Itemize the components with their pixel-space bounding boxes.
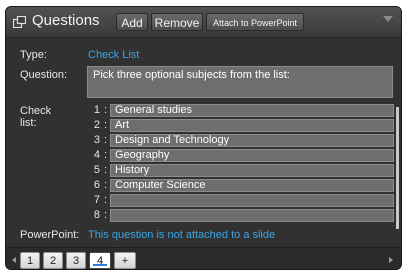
checklist-scrollbar[interactable] [396,107,399,229]
checklist-row: 3 : Design and Technology [88,134,396,147]
checklist-label-line2: list: [20,117,37,129]
checklist-item-field[interactable] [110,194,394,207]
question-input[interactable]: Pick three optional subjects from the li… [87,66,393,98]
checklist-item-separator: : [104,194,108,206]
panel-header: Questions Add Remove Attach to PowerPoin… [6,7,401,38]
panel-title: Questions [32,12,100,29]
type-label: Type: [20,49,47,61]
checklist-item-separator: : [104,164,108,176]
checklist-item-number: 4 [93,149,100,161]
checklist-row: 8 : [88,209,396,222]
add-tab-button[interactable]: + [114,252,136,269]
powerpoint-status-link[interactable]: This question is not attached to a slide [88,229,275,241]
checklist-item-field[interactable] [110,209,394,222]
tab-question-3[interactable]: 3 [66,252,86,269]
checklist-item-separator: : [104,149,108,161]
tab-question-2[interactable]: 2 [43,252,63,269]
checklist-item-field[interactable]: General studies [110,104,394,117]
chevron-down-icon[interactable] [383,16,393,22]
powerpoint-label: PowerPoint: [20,229,80,241]
checklist-item-number: 5 [93,164,100,176]
question-tab-bar: 1 2 3 4 + [6,247,401,269]
type-value-link[interactable]: Check List [88,49,139,61]
checklist-item-field[interactable]: Geography [110,149,394,162]
checklist-item-number: 3 [93,134,100,146]
tab-question-1[interactable]: 1 [20,252,40,269]
checklist-item-field[interactable]: Art [110,119,394,132]
checklist-item-separator: : [104,119,108,131]
remove-button[interactable]: Remove [151,13,203,31]
checklist-row: 1 : General studies [88,104,396,117]
checklist-item-number: 7 [93,194,100,206]
checklist-item-number: 2 [93,119,100,131]
attach-to-powerpoint-button[interactable]: Attach to PowerPoint [206,13,304,31]
checklist-row: 2 : Art [88,119,396,132]
scroll-right-arrow-icon[interactable] [389,257,393,263]
tab-question-4[interactable]: 4 [89,252,111,269]
checklist-item-separator: : [104,104,108,116]
question-label: Question: [20,69,68,81]
checklist-row: 4 : Geography [88,149,396,162]
checklist-item-separator: : [104,209,108,221]
checklist-row: 6 : Computer Science [88,179,396,192]
checklist-item-field[interactable]: Design and Technology [110,134,394,147]
checklist-row: 5 : History [88,164,396,177]
checklist-item-number: 8 [93,209,100,221]
questions-panel: Questions Add Remove Attach to PowerPoin… [5,6,402,270]
checklist-item-separator: : [104,134,108,146]
checklist-item-number: 6 [93,179,100,191]
windows-icon [13,16,26,28]
checklist-item-number: 1 [93,104,100,116]
checklist-item-separator: : [104,179,108,191]
checklist-row: 7 : [88,194,396,207]
checklist-item-field[interactable]: History [110,164,394,177]
checklist-label-line1: Check [20,105,52,117]
scroll-left-arrow-icon[interactable] [12,257,16,263]
checklist-item-field[interactable]: Computer Science [110,179,394,192]
add-button[interactable]: Add [116,13,148,31]
